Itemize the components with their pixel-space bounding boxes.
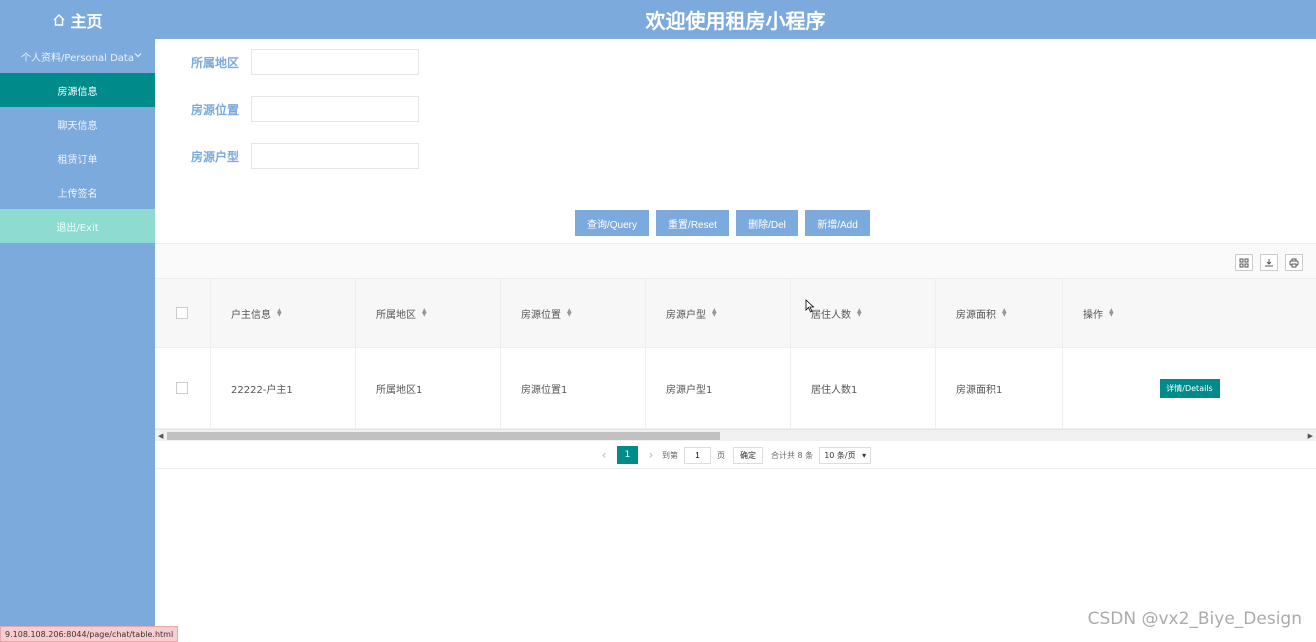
- mouse-cursor-icon: [805, 298, 815, 313]
- sidebar-group-personal-data[interactable]: 个人资料/Personal Data: [0, 39, 155, 73]
- page-unit-label: 页: [717, 450, 725, 460]
- row-checkbox[interactable]: [176, 382, 188, 394]
- goto-label: 到第: [662, 450, 678, 460]
- sort-icon[interactable]: ▲ ▼: [567, 308, 572, 318]
- delete-button[interactable]: 删除/Del: [736, 210, 798, 236]
- export-icon[interactable]: [1260, 254, 1278, 271]
- cell-owner: 22222-户主1: [211, 348, 356, 428]
- cell-location: 房源位置1: [501, 348, 646, 428]
- horizontal-scrollbar[interactable]: ◀ ▶: [155, 429, 1316, 441]
- action-buttons: 查询/Query 重置/Reset 删除/Del 新增/Add: [575, 210, 870, 236]
- add-button[interactable]: 新增/Add: [805, 210, 870, 236]
- cell-actions: 详情/Details: [1063, 348, 1316, 428]
- region-filter: 所属地区: [191, 49, 419, 75]
- scroll-left-icon[interactable]: ◀: [158, 432, 163, 440]
- col-actions[interactable]: 操作 ▲ ▼: [1063, 279, 1316, 347]
- table-header: 户主信息 ▲ ▼ 所属地区 ▲ ▼ 房源位置 ▲ ▼ 房源户型 ▲ ▼ 居住人数 ▲ ▼ 房源面积 ▲…: [155, 278, 1316, 348]
- home-link[interactable]: 主页: [0, 0, 155, 39]
- chevron-down-icon: ▾: [862, 450, 867, 460]
- col-area[interactable]: 房源面积 ▲ ▼: [936, 279, 1063, 347]
- table-toolbar: [155, 243, 1316, 278]
- watermark: CSDN @vx2_Biye_Design: [1087, 609, 1302, 629]
- scrollbar-thumb[interactable]: [167, 432, 720, 440]
- col-owner[interactable]: 户主信息 ▲ ▼: [211, 279, 356, 347]
- prev-page-icon[interactable]: ‹: [597, 448, 611, 462]
- query-button[interactable]: 查询/Query: [575, 210, 649, 236]
- cell-layout-text: 房源户型1: [666, 384, 713, 396]
- cell-residents-text: 居住人数1: [811, 384, 858, 396]
- sidebar-item-label: 聊天信息: [57, 120, 98, 132]
- col-area-label: 房源面积: [956, 309, 996, 321]
- sort-icon[interactable]: ▲ ▼: [1002, 308, 1007, 318]
- cell-layout: 房源户型1: [646, 348, 791, 428]
- region-input[interactable]: [251, 49, 419, 75]
- col-layout-label: 房源户型: [666, 309, 706, 321]
- goto-page-input[interactable]: [684, 446, 711, 464]
- sidebar-item-label: 租赁订单: [57, 154, 98, 166]
- cell-owner-text: 22222-户主1: [231, 384, 293, 396]
- cell-region-text: 所属地区1: [376, 384, 423, 396]
- scroll-right-icon[interactable]: ▶: [1308, 432, 1313, 440]
- home-icon: [52, 13, 66, 27]
- reset-button[interactable]: 重置/Reset: [656, 210, 729, 236]
- chevron-down-icon: [133, 50, 143, 60]
- next-page-icon[interactable]: ›: [644, 448, 658, 462]
- sort-icon[interactable]: ▲ ▼: [857, 308, 862, 318]
- location-label: 房源位置: [191, 102, 240, 117]
- top-bar: 主页 欢迎使用租房小程序: [0, 0, 1316, 39]
- col-owner-label: 户主信息: [231, 309, 271, 321]
- sidebar: 个人资料/Personal Data 房源信息 聊天信息 租赁订单 上传签名 退…: [0, 39, 155, 642]
- status-bar-url: 9.108.108.206:8044/page/chat/table.html: [0, 626, 179, 642]
- total-count: 合计共 8 条: [771, 450, 814, 460]
- col-actions-label: 操作: [1083, 309, 1103, 321]
- cell-residents: 居住人数1: [791, 348, 936, 428]
- goto-confirm-button[interactable]: 确定: [733, 446, 763, 464]
- col-location-label: 房源位置: [521, 309, 561, 321]
- app-window: 主页 欢迎使用租房小程序 个人资料/Personal Data 房源信息 聊天信…: [0, 0, 1316, 642]
- sidebar-item-label: 退出/Exit: [56, 222, 99, 234]
- sidebar-item-signature[interactable]: 上传签名: [0, 175, 155, 209]
- layout-filter: 房源户型: [191, 143, 419, 169]
- cell-region: 所属地区1: [356, 348, 501, 428]
- sidebar-item-exit[interactable]: 退出/Exit: [0, 209, 155, 243]
- page-size-value: 10 条/页: [824, 450, 856, 460]
- cell-area-text: 房源面积1: [956, 384, 1003, 396]
- layout-input[interactable]: [251, 143, 419, 169]
- details-button[interactable]: 详情/Details: [1159, 378, 1220, 398]
- table-row: 22222-户主1 所属地区1 房源位置1 房源户型1 居住人数1 房源面积1 …: [155, 348, 1316, 429]
- col-residents[interactable]: 居住人数 ▲ ▼: [791, 279, 936, 347]
- home-label: 主页: [70, 11, 103, 31]
- page-size-select[interactable]: 10 条/页 ▾: [819, 446, 872, 464]
- layout-label: 房源户型: [191, 149, 240, 164]
- col-region[interactable]: 所属地区 ▲ ▼: [356, 279, 501, 347]
- row-checkbox-cell: [155, 348, 211, 428]
- col-layout[interactable]: 房源户型 ▲ ▼: [646, 279, 791, 347]
- col-region-label: 所属地区: [376, 309, 416, 321]
- sidebar-item-chat[interactable]: 聊天信息: [0, 107, 155, 141]
- page-number-current[interactable]: 1: [617, 446, 638, 464]
- page-title: 欢迎使用租房小程序: [645, 9, 826, 33]
- sort-icon[interactable]: ▲ ▼: [712, 308, 717, 318]
- sort-icon[interactable]: ▲ ▼: [277, 308, 282, 318]
- location-filter: 房源位置: [191, 96, 419, 122]
- col-location[interactable]: 房源位置 ▲ ▼: [501, 279, 646, 347]
- region-label: 所属地区: [191, 55, 240, 70]
- cell-location-text: 房源位置1: [521, 384, 568, 396]
- print-icon[interactable]: [1285, 254, 1303, 271]
- divider: [155, 468, 1316, 469]
- columns-icon[interactable]: [1235, 254, 1253, 271]
- sort-icon[interactable]: ▲ ▼: [1109, 308, 1114, 318]
- select-all-checkbox[interactable]: [176, 307, 188, 319]
- sidebar-item-label: 房源信息: [57, 86, 98, 98]
- cell-area: 房源面积1: [936, 348, 1063, 428]
- pagination: ‹ 1 › 到第 页 确定 合计共 8 条 10 条/页 ▾: [597, 445, 872, 465]
- sidebar-item-label: 上传签名: [57, 188, 98, 200]
- location-input[interactable]: [251, 96, 419, 122]
- sort-icon[interactable]: ▲ ▼: [422, 308, 427, 318]
- sidebar-group-label: 个人资料/Personal Data: [21, 52, 134, 64]
- header-checkbox-cell: [155, 279, 211, 347]
- sidebar-item-orders[interactable]: 租赁订单: [0, 141, 155, 175]
- sidebar-item-listings[interactable]: 房源信息: [0, 73, 155, 107]
- col-residents-label: 居住人数: [811, 309, 851, 321]
